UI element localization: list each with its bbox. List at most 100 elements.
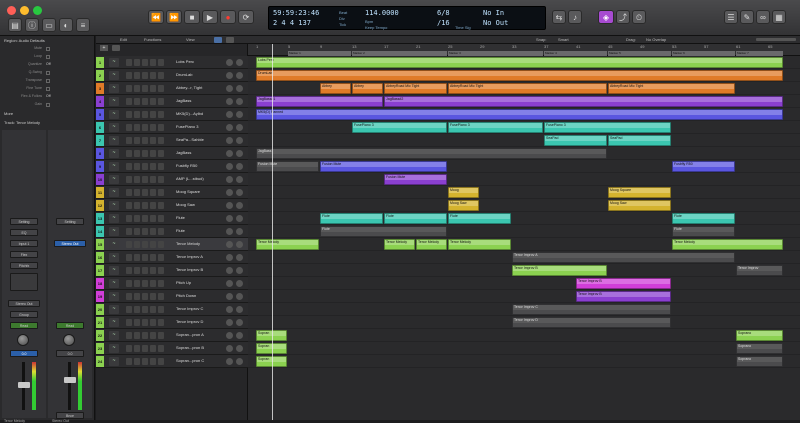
more-disclosure[interactable]: More	[4, 111, 13, 116]
track-header[interactable]: 21 ~ Tenor Improv D	[96, 316, 248, 329]
track-lock-button[interactable]	[158, 85, 164, 92]
power-button[interactable]	[126, 163, 132, 170]
solo-button[interactable]	[150, 254, 156, 261]
record-enable-button[interactable]	[134, 150, 140, 157]
record-enable-button[interactable]	[134, 267, 140, 274]
region[interactable]: Moog Saw	[448, 200, 479, 211]
input-slot[interactable]: Input 1	[10, 240, 38, 247]
add-track-icon[interactable]: +	[100, 45, 108, 51]
track-volume-knob[interactable]	[226, 280, 233, 287]
track-header[interactable]: 13 ~ Flute	[96, 212, 248, 225]
stop-icon[interactable]: ■	[184, 10, 200, 24]
track-lock-button[interactable]	[158, 345, 164, 352]
power-button[interactable]	[126, 72, 132, 79]
track-lock-button[interactable]	[158, 254, 164, 261]
track-lock-button[interactable]	[158, 111, 164, 118]
solo-button[interactable]	[150, 202, 156, 209]
track-volume-knob[interactable]	[226, 215, 233, 222]
record-enable-button[interactable]	[134, 293, 140, 300]
mute-button[interactable]	[142, 319, 148, 326]
track-pan-knob[interactable]	[236, 150, 243, 157]
solo-button[interactable]	[150, 111, 156, 118]
rewind-icon[interactable]: ⏪	[148, 10, 164, 24]
track-lock-button[interactable]	[158, 332, 164, 339]
track-volume-knob[interactable]	[226, 254, 233, 261]
power-button[interactable]	[126, 280, 132, 287]
solo-button[interactable]	[150, 59, 156, 66]
track-lock-button[interactable]	[158, 215, 164, 222]
track-name[interactable]: Pitch Up	[176, 280, 191, 285]
track-header[interactable]: 10 ~ AMP (L...stbud)	[96, 173, 248, 186]
track-header[interactable]: 19 ~ Pitch Down	[96, 290, 248, 303]
cycle-icon[interactable]: ⟳	[238, 10, 254, 24]
replace-icon[interactable]: ⇆	[552, 10, 566, 24]
volume-fader-left[interactable]	[18, 382, 30, 388]
track-header[interactable]: 17 ~ Tenor Improv B	[96, 264, 248, 277]
lcd-display[interactable]: 59:59:23:46 2 4 4 137 Beat Div Tick 114.…	[268, 6, 546, 30]
record-enable-button[interactable]	[134, 59, 140, 66]
mute-button[interactable]	[142, 59, 148, 66]
record-enable-button[interactable]	[134, 358, 140, 365]
track-header[interactable]: 6 ~ FusePiano 3	[96, 121, 248, 134]
track-pan-knob[interactable]	[236, 124, 243, 131]
region[interactable]: Tenor Melody	[384, 239, 415, 250]
track-header[interactable]: 14 ~ Flute	[96, 225, 248, 238]
track-name[interactable]: Sopran...pron C	[176, 358, 204, 363]
group-slot[interactable]: Group	[10, 311, 38, 318]
track-header[interactable]: 22 ~ Sopran...pron A	[96, 329, 248, 342]
track-volume-knob[interactable]	[226, 111, 233, 118]
record-enable-button[interactable]	[134, 215, 140, 222]
mute-button[interactable]	[142, 280, 148, 287]
power-button[interactable]	[126, 254, 132, 261]
track-volume-knob[interactable]	[226, 189, 233, 196]
region[interactable]: Moog Saw	[608, 200, 671, 211]
automation-read-left[interactable]: Read	[10, 322, 38, 329]
time-division[interactable]: /16	[437, 19, 450, 27]
track-volume-knob[interactable]	[226, 59, 233, 66]
track-pan-knob[interactable]	[236, 254, 243, 261]
power-button[interactable]	[126, 85, 132, 92]
functions-menu[interactable]: Functions	[144, 37, 161, 42]
track-header[interactable]: 24 ~ Sopran...pron C	[96, 355, 248, 368]
pan-knob-left[interactable]	[17, 334, 29, 346]
record-enable-button[interactable]	[134, 280, 140, 287]
track-volume-knob[interactable]	[226, 293, 233, 300]
region[interactable]: Flute	[672, 213, 735, 224]
track-name[interactable]: Pitch Down	[176, 293, 196, 298]
track-name[interactable]: Tenor Improv D	[176, 319, 203, 324]
region[interactable]: Tenor Melody	[256, 239, 319, 250]
mute-button[interactable]	[142, 306, 148, 313]
track-volume-knob[interactable]	[226, 319, 233, 326]
mute-button[interactable]	[142, 202, 148, 209]
record-enable-button[interactable]	[134, 189, 140, 196]
toolbar-icon[interactable]: ▭	[42, 18, 56, 32]
track-name[interactable]: MK5(D)...Aylbd	[176, 111, 203, 116]
track-volume-knob[interactable]	[226, 137, 233, 144]
track-name[interactable]: Lobs Perc	[176, 59, 194, 64]
power-button[interactable]	[126, 202, 132, 209]
play-icon[interactable]: ▶	[202, 10, 218, 24]
solo-button[interactable]	[150, 267, 156, 274]
mute-button[interactable]	[142, 215, 148, 222]
track-volume-knob[interactable]	[226, 72, 233, 79]
solo-button[interactable]	[150, 163, 156, 170]
record-enable-button[interactable]	[134, 137, 140, 144]
track-header[interactable]: 9 ~ Fusbfly R50	[96, 160, 248, 173]
region[interactable]: Tenor Improv C	[512, 304, 671, 315]
track-lock-button[interactable]	[158, 176, 164, 183]
track-lane[interactable]	[248, 173, 800, 186]
time-signature[interactable]: 6/8	[437, 9, 450, 17]
region[interactable]: Tenor Improv A	[512, 252, 735, 263]
list-view-icon[interactable]	[226, 37, 234, 43]
region[interactable]: Flute	[320, 226, 447, 237]
track-pan-knob[interactable]	[236, 189, 243, 196]
track-name[interactable]: FusePiano 3	[176, 124, 198, 129]
power-button[interactable]	[126, 293, 132, 300]
track-pan-knob[interactable]	[236, 137, 243, 144]
region[interactable]: JagBass	[256, 148, 607, 159]
setting-button-right[interactable]: Setting	[56, 218, 84, 225]
track-inspector-header[interactable]: Track: Tenor Melody	[4, 120, 40, 125]
power-button[interactable]	[126, 111, 132, 118]
tempo-value[interactable]: 114.0000	[365, 9, 399, 17]
track-pan-knob[interactable]	[236, 202, 243, 209]
